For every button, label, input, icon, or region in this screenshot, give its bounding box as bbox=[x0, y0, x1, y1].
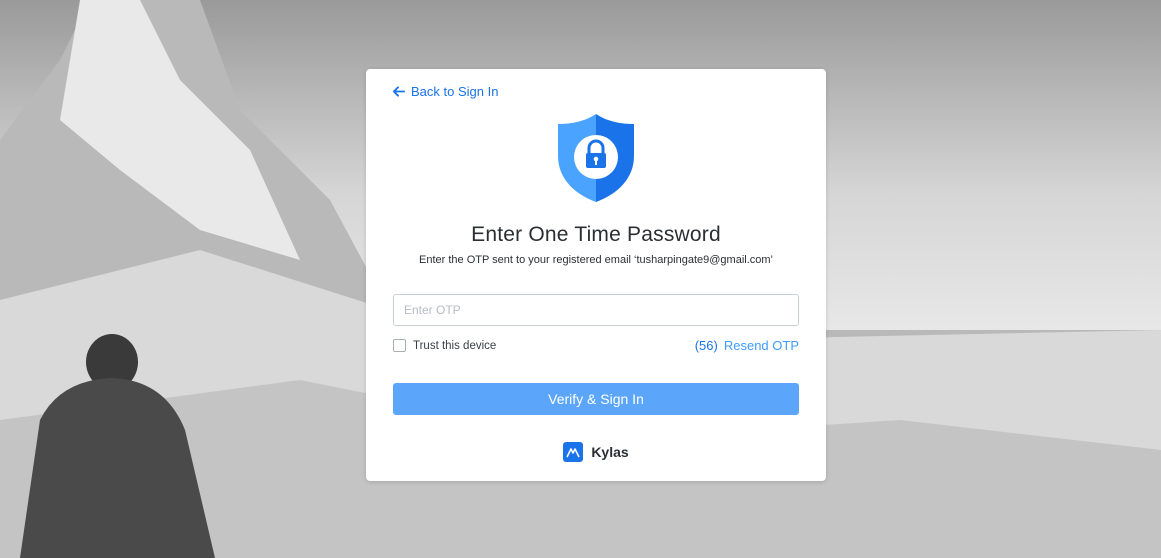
page-subtitle: Enter the OTP sent to your registered em… bbox=[419, 254, 773, 266]
resend-otp-row: (56) Resend OTP bbox=[695, 338, 799, 353]
brand-footer: Kylas bbox=[366, 442, 826, 462]
trust-device-checkbox[interactable] bbox=[393, 339, 406, 352]
arrow-left-icon bbox=[392, 86, 405, 97]
otp-card: Back to Sign In Enter One Time Password … bbox=[366, 69, 826, 481]
resend-timer: (56) bbox=[694, 338, 718, 353]
shield-lock-icon bbox=[558, 114, 634, 202]
brand-name: Kylas bbox=[591, 444, 629, 460]
trust-device-label: Trust this device bbox=[413, 339, 497, 352]
page-title: Enter One Time Password bbox=[471, 223, 721, 246]
back-link-label: Back to Sign In bbox=[411, 84, 499, 99]
resend-otp-link[interactable]: Resend OTP bbox=[724, 338, 799, 353]
kylas-logo-icon bbox=[563, 442, 584, 462]
otp-input[interactable] bbox=[393, 294, 799, 326]
back-to-sign-in-link[interactable]: Back to Sign In bbox=[392, 84, 498, 99]
trust-device-row: Trust this device bbox=[393, 339, 496, 352]
verify-sign-in-button[interactable]: Verify & Sign In bbox=[393, 383, 799, 415]
